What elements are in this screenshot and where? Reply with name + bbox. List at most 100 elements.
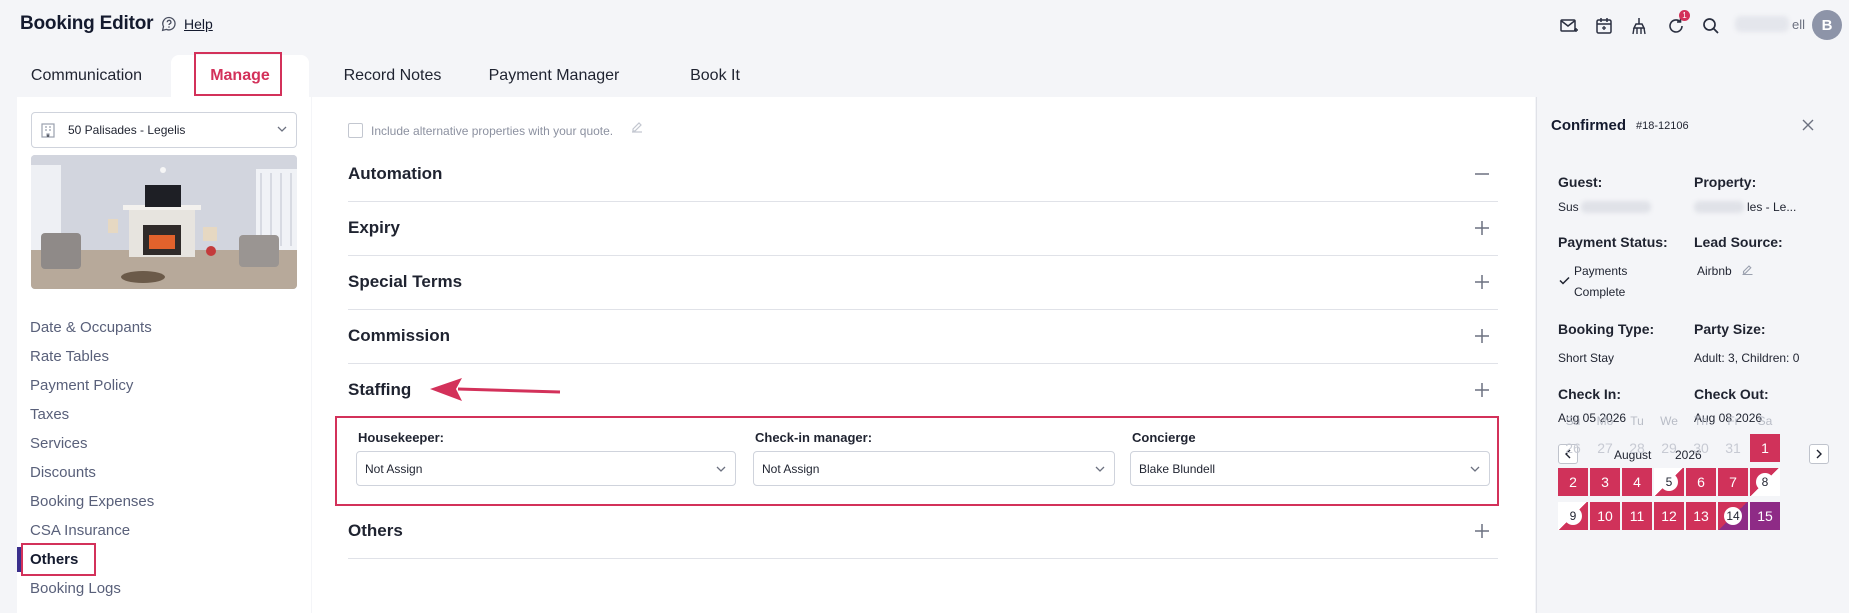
calendar-weekday: Fr [1727,414,1739,428]
calendar-day[interactable]: 2 [1558,468,1588,496]
lead-source-label: Lead Source: [1694,234,1783,250]
plus-icon[interactable] [1474,274,1490,290]
booking-summary-panel: Confirmed #18-12106 Guest: Sus Property:… [1536,97,1849,613]
concierge-select[interactable]: Blake Blundell [1130,451,1490,486]
guest-label: Guest: [1558,174,1603,190]
plus-icon[interactable] [1474,220,1490,236]
property-value: les - Le... [1747,200,1797,214]
tab-record-notes[interactable]: Record Notes [330,55,455,97]
edit-icon[interactable] [1741,263,1754,276]
plus-icon[interactable] [1474,328,1490,344]
tab-manage[interactable]: Manage [171,52,309,97]
sidebar-item-rate-tables[interactable]: Rate Tables [30,342,154,371]
tab-communication[interactable]: Communication [14,55,159,97]
calendar-day[interactable]: 6 [1686,468,1716,496]
mail-icon[interactable] [1558,15,1580,37]
section-commission[interactable]: Commission [348,310,1498,364]
sidebar-nav: Date & Occupants Rate Tables Payment Pol… [16,313,154,603]
section-title: Expiry [348,218,400,237]
calendar-day[interactable]: 3 [1590,468,1620,496]
calendar-day[interactable]: 15 [1750,502,1780,530]
calendar-day[interactable]: 13 [1686,502,1716,530]
calendar-day[interactable]: 11 [1622,502,1652,530]
section-others[interactable]: Others [348,505,1498,559]
calendar-day[interactable]: 31 [1718,434,1748,462]
highlight-frame [21,543,96,576]
calendar-day-label: 5 [1660,473,1678,491]
calendar-weekday: Th [1693,414,1708,428]
sidebar-item-booking-logs[interactable]: Booking Logs [30,574,154,603]
app-header: Booking Editor Help 1 ell B [0,0,1849,50]
section-title: Special Terms [348,272,463,291]
calendar-day[interactable]: 29 [1654,434,1684,462]
avatar[interactable]: B [1812,10,1842,40]
calendar-day[interactable]: 28 [1622,434,1652,462]
calendar-day[interactable]: 4 [1622,468,1652,496]
minus-icon[interactable] [1474,166,1490,182]
guest-name-redacted [1581,201,1651,213]
edit-icon[interactable] [630,120,644,134]
calendar-day[interactable]: 27 [1590,434,1620,462]
section-expiry[interactable]: Expiry [348,202,1498,256]
checkbox[interactable] [348,123,363,138]
payment-status-line2: Complete [1574,285,1626,299]
calendar-day[interactable]: 10 [1590,502,1620,530]
cleaning-icon[interactable] [1628,15,1650,37]
concierge-value: Blake Blundell [1139,461,1216,476]
sidebar-item-csa-insurance[interactable]: CSA Insurance [30,516,154,545]
calendar-day[interactable]: 12 [1654,502,1684,530]
search-icon[interactable] [1700,15,1722,37]
sidebar-item-booking-expenses[interactable]: Booking Expenses [30,487,154,516]
housekeeper-select[interactable]: Not Assign [356,451,736,486]
housekeeper-value: Not Assign [365,461,423,476]
tab-payment-manager[interactable]: Payment Manager [476,55,632,97]
alt-properties-checkbox[interactable]: Include alternative properties with your… [348,123,613,138]
section-title: Automation [348,164,443,183]
sidebar-item-payment-policy[interactable]: Payment Policy [30,371,154,400]
tab-bar: Communication Manage Record Notes Paymen… [0,52,1849,97]
concierge-field: Concierge Blake Blundell [1130,430,1490,486]
section-title: Staffing [348,380,412,399]
calendar-next-button[interactable] [1809,444,1829,464]
calendar-day-label: 9 [1564,507,1582,525]
calendar-day[interactable]: 26 [1558,434,1588,462]
party-size-value: Adult: 3, Children: 0 [1694,351,1800,365]
section-special-terms[interactable]: Special Terms [348,256,1498,310]
chevron-down-icon [1470,466,1480,472]
property-select-value: 50 Palisades - Legelis [68,123,186,137]
refresh-icon[interactable]: 1 [1665,10,1690,37]
section-title: Commission [348,326,451,345]
help-link[interactable]: Help [184,16,213,32]
checkin-manager-label: Check-in manager: [755,430,873,445]
calendar-weekday: Mo [1596,414,1614,428]
calendar-day[interactable]: 7 [1718,468,1748,496]
calendar-weekday: We [1660,414,1678,428]
section-automation[interactable]: Automation [348,148,1498,202]
calendar-day[interactable]: 30 [1686,434,1716,462]
sidebar-item-discounts[interactable]: Discounts [30,458,154,487]
chevron-down-icon [1095,466,1105,472]
checkin-manager-select[interactable]: Not Assign [753,451,1115,486]
sidebar-item-date-occupants[interactable]: Date & Occupants [30,313,154,342]
calendar-day[interactable]: 1 [1750,434,1780,462]
tab-book-it[interactable]: Book It [676,55,754,97]
close-icon[interactable] [1801,118,1815,132]
plus-icon[interactable] [1474,523,1490,539]
sidebar-item-others[interactable]: Others [16,543,154,576]
plus-icon[interactable] [1474,382,1490,398]
property-select[interactable]: 50 Palisades - Legelis [31,112,297,148]
calendar-day[interactable]: 8 [1750,468,1780,496]
calendar-icon[interactable] [1593,15,1615,37]
help-icon[interactable] [161,16,177,32]
calendar-day[interactable]: 9 [1558,502,1588,530]
calendar-day-label: 8 [1756,473,1774,491]
calendar-day[interactable]: 14 [1718,502,1748,530]
checkin-manager-field: Check-in manager: Not Assign [753,430,1115,486]
section-title: Others [348,521,403,540]
chevron-right-icon [1816,449,1822,459]
sidebar-item-taxes[interactable]: Taxes [30,400,154,429]
page-title: Booking Editor [20,13,154,34]
sidebar-item-services[interactable]: Services [30,429,154,458]
checkin-manager-value: Not Assign [762,461,820,476]
calendar-day[interactable]: 5 [1654,468,1684,496]
